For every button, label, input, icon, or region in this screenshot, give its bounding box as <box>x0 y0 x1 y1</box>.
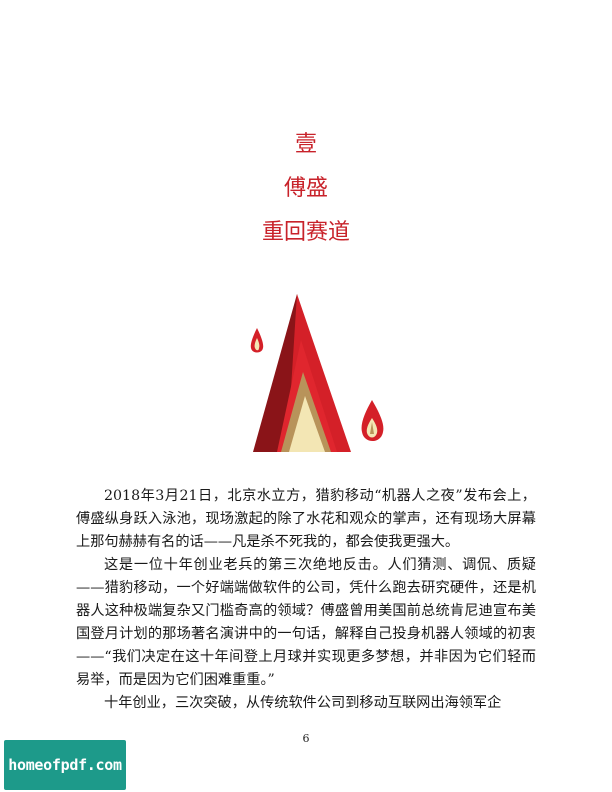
body-paragraph-2: 这是一位十年创业老兵的第三次绝地反击。人们猜测、调侃、质疑——猎豹移动，一个好端… <box>76 557 536 688</box>
drop-left-icon <box>250 328 264 353</box>
flame-icon <box>253 294 351 452</box>
chapter-title: 重回赛道 <box>261 220 350 245</box>
flame-illustration <box>250 294 384 452</box>
chapter-author: 傅盛 <box>283 176 328 201</box>
drop-right-icon <box>361 400 384 441</box>
chapter-number: 壹 <box>294 132 317 157</box>
body-paragraph-1: 2018年3月21日，北京水立方，猎豹移动“机器人之夜”发布会上，傅盛纵身跃入泳… <box>76 488 536 550</box>
body-paragraph-3: 十年创业，三次突破，从传统软件公司到移动互联网出海领军企 <box>104 695 502 711</box>
watermark-logo: homeofpdf.com <box>4 740 126 790</box>
